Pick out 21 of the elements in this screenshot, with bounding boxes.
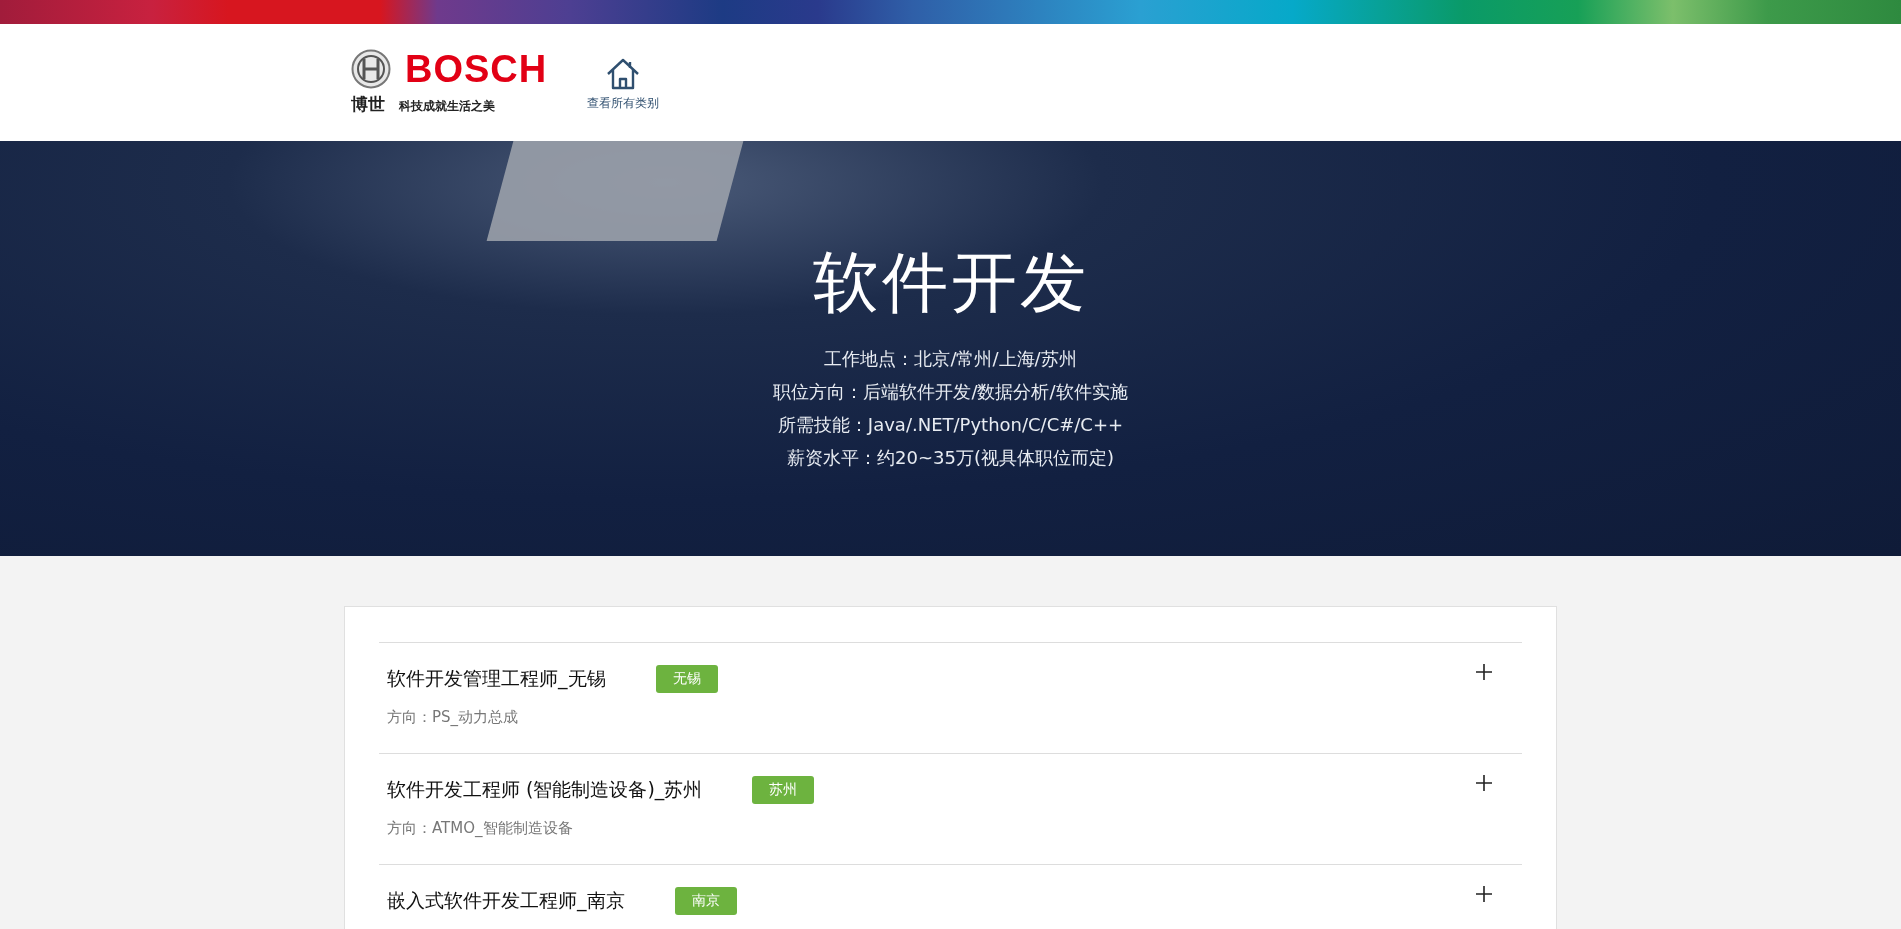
hero-info-line: 所需技能：Java/.NET/Python/C/C#/C++: [777, 413, 1124, 438]
hero-info-line: 职位方向：后端软件开发/数据分析/软件实施: [773, 380, 1128, 405]
all-categories-link[interactable]: 查看所有类别: [587, 57, 660, 112]
hero-title: 软件开发: [812, 243, 1089, 323]
logo-brand-text: 博世: [351, 93, 385, 116]
job-direction: 方向：PS_动力总成: [387, 708, 520, 727]
expand-icon[interactable]: [1476, 775, 1492, 791]
city-tag: 苏州: [752, 776, 815, 804]
job-title-link[interactable]: 软件开发管理工程师_无锡: [387, 666, 606, 692]
logo-slogan: 科技成就生活之美: [399, 98, 495, 115]
job-direction: 方向：ATMO_智能制造设备: [387, 819, 574, 838]
logo-emblem-icon: [351, 49, 391, 89]
city-tag: 南京: [674, 887, 737, 915]
hero-info-line: 工作地点：北京/常州/上海/苏州: [824, 347, 1077, 372]
hero-info-line: 薪资水平：约20~35万(视具体职位而定): [787, 446, 1114, 471]
expand-icon[interactable]: [1476, 664, 1492, 680]
job-title-link[interactable]: 嵌入式软件开发工程师_南京: [387, 888, 625, 914]
logo-wordmark: BOSCH: [405, 50, 548, 88]
job-title-link[interactable]: 软件开发工程师 (智能制造设备)_苏州: [387, 777, 703, 803]
expand-icon[interactable]: [1476, 886, 1492, 902]
city-tag: 无锡: [655, 665, 718, 693]
